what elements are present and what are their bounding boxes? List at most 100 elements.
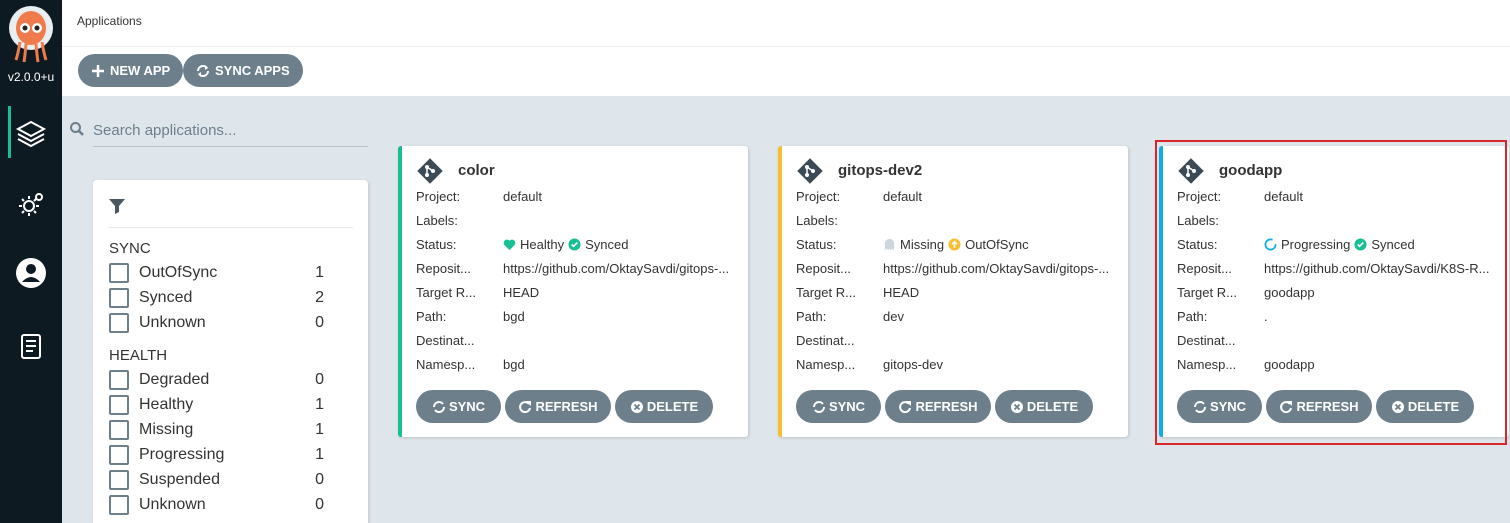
checkbox[interactable] [109,369,129,390]
new-app-button[interactable]: NEW APP [78,54,184,87]
nav-user[interactable] [0,245,62,301]
project-value: default [1264,188,1304,204]
sync-button[interactable]: SYNC [1177,390,1262,423]
target-label: Target R... [1177,284,1237,300]
target-label: Target R... [796,284,856,300]
target-value: HEAD [503,284,540,300]
filter-count: 1 [315,445,324,463]
filter-health-suspended[interactable]: Suspended 0 [109,467,339,492]
refresh-button[interactable]: REFRESH [1266,390,1372,423]
delete-button[interactable]: DELETE [1376,390,1474,423]
check-circle-icon [1354,237,1367,251]
nav-settings[interactable] [0,177,62,233]
repo-row: Reposit... https://github.com/OktaySavdi/… [1177,258,1504,278]
nav-applications[interactable] [0,106,62,162]
sync-button[interactable]: SYNC [416,390,501,423]
filter-health-degraded[interactable]: Degraded 0 [109,367,339,392]
delete-icon [630,400,643,413]
refresh-label: REFRESH [535,399,598,414]
refresh-button[interactable]: REFRESH [505,390,611,423]
checkbox[interactable] [109,394,129,415]
namespace-label: Namesp... [416,356,476,372]
nav-docs[interactable] [0,318,62,374]
filter-count: 1 [315,420,324,438]
path-row: Path: bgd [416,306,743,326]
app-name[interactable]: color [458,162,495,179]
delete-button[interactable]: DELETE [995,390,1093,423]
project-label: Project: [416,188,461,204]
filter-health-missing[interactable]: Missing 1 [109,417,339,442]
sync-button[interactable]: SYNC [796,390,881,423]
project-row: Project: default [1177,186,1504,206]
path-value: . [1264,308,1268,324]
checkbox[interactable] [109,469,129,490]
checkbox[interactable] [109,494,129,515]
argo-logo-icon [9,6,53,63]
sync-apps-button[interactable]: SYNC APPS [183,54,303,87]
check-circle-icon [568,237,581,251]
status-row: Status: Healthy Synced [416,234,743,254]
refresh-label: REFRESH [915,399,978,414]
checkbox[interactable] [109,262,129,283]
path-row: Path: dev [796,306,1123,326]
filter-icon[interactable] [108,197,126,215]
version-label: v2.0.0+u [7,70,55,84]
sync-icon [197,64,209,77]
path-value: dev [883,308,904,324]
refresh-icon [899,400,912,413]
status-value: Healthy Synced [503,237,743,252]
path-row: Path:. [1177,306,1504,326]
path-label: Path: [1177,308,1208,324]
arrow-circle-up-icon [948,237,961,251]
filter-health-unknown[interactable]: Unknown 0 [109,492,339,517]
checkbox[interactable] [109,287,129,308]
app-card-gitops-dev2[interactable]: gitops-dev2 Project: default Labels: Stat… [778,146,1128,437]
filter-label: Unknown [139,313,206,331]
filter-sync-unknown[interactable]: Unknown 0 [109,310,339,335]
filter-count: 0 [315,495,324,513]
namespace-row: Namesp... gitops-dev [796,354,1123,374]
layers-icon [15,120,47,148]
filter-sync-outofsync[interactable]: OutOfSync 1 [109,260,339,285]
sync-icon [1193,400,1206,413]
delete-button[interactable]: DELETE [615,390,713,423]
target-row: Target R... HEAD [416,282,743,302]
labels-row: Labels: [416,210,743,230]
refresh-icon [1280,400,1293,413]
search-input[interactable] [93,114,368,147]
namespace-label: Namesp... [796,356,856,372]
refresh-button[interactable]: REFRESH [885,390,991,423]
book-icon [21,334,41,359]
checkbox[interactable] [109,444,129,465]
status-label: Status: [796,236,837,252]
page-title: Applications [77,14,142,28]
status-value: Progressing Synced [1264,237,1504,252]
spinner-icon [1264,238,1277,250]
sync-status: Synced [585,236,629,252]
new-app-label: NEW APP [110,63,171,78]
checkbox[interactable] [109,419,129,440]
sync-icon [812,400,825,413]
app-name[interactable]: goodapp [1219,162,1282,179]
project-row: Project: default [416,186,743,206]
project-row: Project: default [796,186,1123,206]
filter-label: Healthy [139,395,194,413]
project-value: default [883,188,923,204]
repo-value: https://github.com/OktaySavdi/gitops-... [503,260,730,276]
app-card-goodapp[interactable]: goodapp Project: default Labels: Status: … [1159,146,1509,437]
filter-sync-synced[interactable]: Synced 2 [109,285,339,310]
labels-row: Labels: [796,210,1123,230]
filter-count: 0 [315,470,324,488]
filter-health-progressing[interactable]: Progressing 1 [109,442,339,467]
app-name[interactable]: gitops-dev2 [838,162,922,179]
sync-section-title: SYNC [109,240,151,257]
filter-health-healthy[interactable]: Healthy 1 [109,392,339,417]
filter-count: 1 [315,263,324,281]
gears-icon [19,193,43,216]
git-icon [1178,158,1204,184]
checkbox[interactable] [109,312,129,333]
repo-label: Reposit... [796,260,851,276]
labels-label: Labels: [796,212,838,228]
app-card-color[interactable]: color Project: default Labels: Status: He… [398,146,748,437]
filter-label: Synced [139,288,193,306]
